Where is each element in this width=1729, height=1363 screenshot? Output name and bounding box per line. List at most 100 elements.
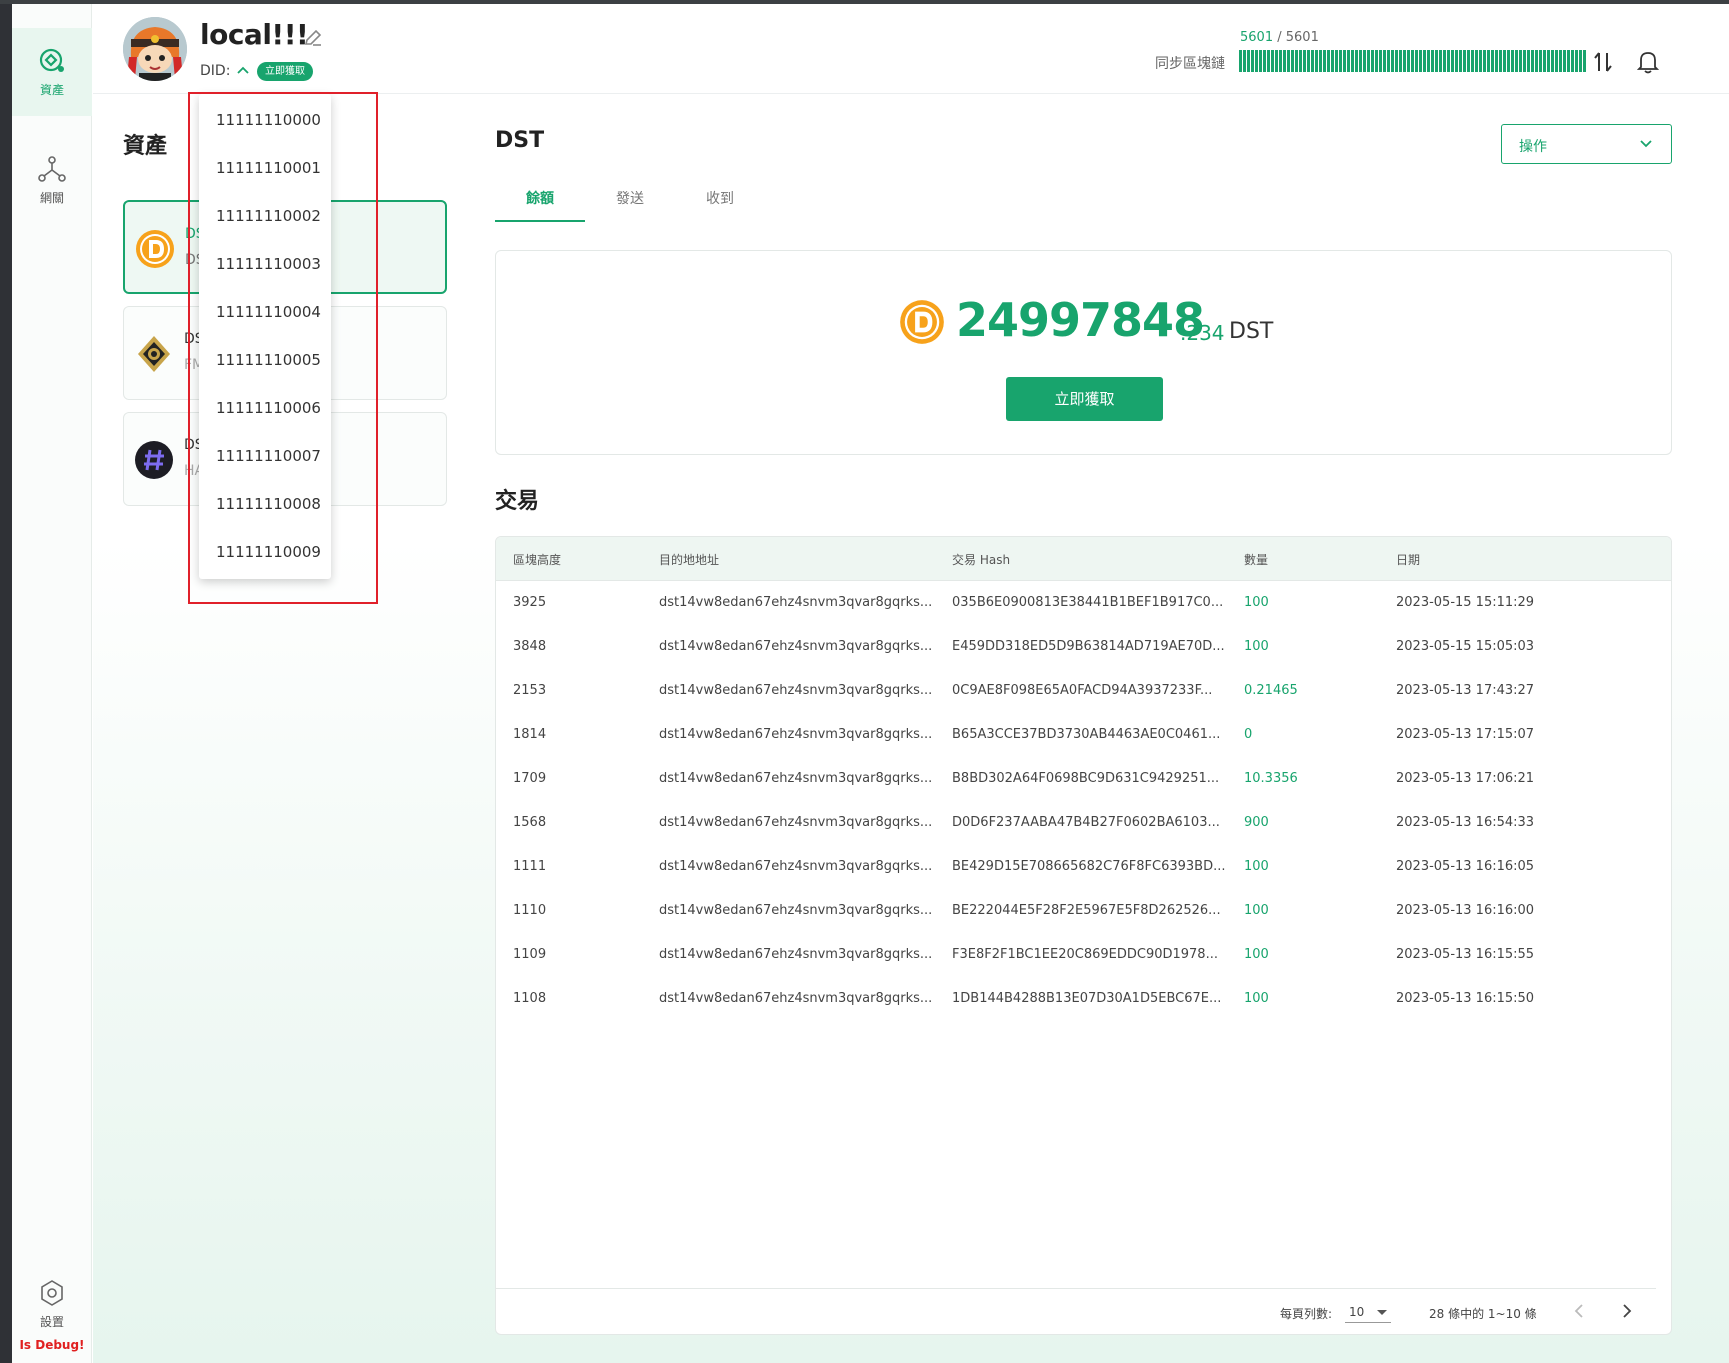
cell-height: 1108 xyxy=(513,991,547,1006)
tab-balance[interactable]: 餘額 xyxy=(495,182,585,222)
cell-hash: D0D6F237AABA47B4B27F0602BA6103... xyxy=(952,815,1220,830)
sidebar-item-assets[interactable]: 資產 xyxy=(12,28,92,116)
table-row[interactable]: 1108 dst14vw8edan67ehz4snvm3qvar8gqrks...… xyxy=(496,977,1671,1021)
cell-height: 1709 xyxy=(513,771,547,786)
table-row[interactable]: 3848 dst14vw8edan67ehz4snvm3qvar8gqrks...… xyxy=(496,625,1671,669)
rows-per-page-select[interactable]: 10 xyxy=(1345,1301,1391,1323)
hash-icon xyxy=(135,441,173,479)
actions-dropdown[interactable]: 操作 xyxy=(1501,124,1672,164)
did-option[interactable]: 11111110003 xyxy=(199,240,331,288)
table-header: 區塊高度 目的地地址 交易 Hash 數量 日期 xyxy=(496,537,1671,581)
did-option[interactable]: 11111110001 xyxy=(199,144,331,192)
cell-date: 2023-05-13 16:16:00 xyxy=(1396,903,1535,918)
asset-tabs: 餘額 發送 收到 xyxy=(495,182,1672,222)
cell-amount: 100 xyxy=(1244,903,1269,918)
column-header-date: 日期 xyxy=(1396,553,1421,567)
table-row[interactable]: 2153 dst14vw8edan67ehz4snvm3qvar8gqrks...… xyxy=(496,669,1671,713)
emblem-icon xyxy=(138,336,170,372)
column-header-amount: 數量 xyxy=(1244,553,1269,567)
column-header-hash: 交易 Hash xyxy=(952,553,1011,567)
caret-down-icon xyxy=(1377,1310,1387,1315)
table-pagination: 每頁列數: 10 28 條中的 1~10 條 xyxy=(496,1288,1656,1334)
table-row[interactable]: 1111 dst14vw8edan67ehz4snvm3qvar8gqrks...… xyxy=(496,845,1671,889)
did-option[interactable]: 11111110000 xyxy=(199,96,331,144)
did-option[interactable]: 11111110004 xyxy=(199,288,331,336)
cell-hash: E459DD318ED5D9B63814AD719AE70D... xyxy=(952,639,1225,654)
balance-unit: DST xyxy=(1229,319,1274,344)
did-option[interactable]: 11111110008 xyxy=(199,480,331,528)
sidebar: 資產 網關 設置 Is Debug! xyxy=(12,4,92,1363)
cell-destination: dst14vw8edan67ehz4snvm3qvar8gqrks... xyxy=(659,639,933,654)
sidebar-item-network[interactable]: 網關 xyxy=(12,136,92,224)
cell-date: 2023-05-13 17:15:07 xyxy=(1396,727,1535,742)
column-header-height: 區塊高度 xyxy=(513,553,562,567)
cell-height: 1109 xyxy=(513,947,547,962)
table-row[interactable]: 1568 dst14vw8edan67ehz4snvm3qvar8gqrks...… xyxy=(496,801,1671,845)
dst-coin-icon xyxy=(136,230,174,268)
cell-amount: 100 xyxy=(1244,947,1269,962)
cell-hash: BE429D15E708665682C76F8FC6393BD... xyxy=(952,859,1226,874)
sidebar-item-label: 資產 xyxy=(39,82,64,97)
chevron-up-icon[interactable] xyxy=(236,63,250,77)
page-range-text: 28 條中的 1~10 條 xyxy=(1429,1307,1537,1321)
sync-total: 5601 xyxy=(1285,30,1319,45)
sync-separator: / xyxy=(1273,30,1286,45)
window-side-strip xyxy=(0,4,12,1363)
transactions-table: 區塊高度 目的地地址 交易 Hash 數量 日期 3925 dst14vw8eda… xyxy=(495,536,1672,1335)
rows-per-page-value: 10 xyxy=(1349,1305,1365,1319)
avatar[interactable] xyxy=(123,17,187,81)
edit-icon[interactable] xyxy=(303,28,323,48)
chevron-right-icon[interactable] xyxy=(1620,1303,1634,1319)
cell-destination: dst14vw8edan67ehz4snvm3qvar8gqrks... xyxy=(659,771,933,786)
did-dropdown: 11111110000 11111110001 11111110002 1111… xyxy=(199,94,331,579)
bell-icon[interactable] xyxy=(1637,50,1659,74)
cell-destination: dst14vw8edan67ehz4snvm3qvar8gqrks... xyxy=(659,991,933,1006)
dst-coin-icon xyxy=(900,300,944,344)
table-row[interactable]: 3925 dst14vw8edan67ehz4snvm3qvar8gqrks...… xyxy=(496,581,1671,625)
swap-icon[interactable] xyxy=(1593,51,1613,73)
cell-height: 1814 xyxy=(513,727,547,742)
cell-amount: 100 xyxy=(1244,859,1269,874)
tab-send[interactable]: 發送 xyxy=(585,182,675,222)
cell-date: 2023-05-13 17:06:21 xyxy=(1396,771,1535,786)
cell-amount: 0.21465 xyxy=(1244,683,1298,698)
sync-label: 同步區塊鏈 xyxy=(1155,56,1225,72)
settings-icon xyxy=(41,1279,63,1306)
did-claim-button[interactable]: 立即獲取 xyxy=(257,62,313,81)
table-row[interactable]: 1109 dst14vw8edan67ehz4snvm3qvar8gqrks...… xyxy=(496,933,1671,977)
did-option[interactable]: 11111110002 xyxy=(199,192,331,240)
cell-date: 2023-05-13 16:16:05 xyxy=(1396,859,1535,874)
cell-destination: dst14vw8edan67ehz4snvm3qvar8gqrks... xyxy=(659,595,933,610)
did-label: DID: xyxy=(200,63,231,79)
actions-label: 操作 xyxy=(1519,139,1547,155)
chevron-left-icon[interactable] xyxy=(1572,1303,1586,1319)
did-option[interactable]: 11111110006 xyxy=(199,384,331,432)
did-option[interactable]: 11111110005 xyxy=(199,336,331,384)
balance-decimal: .234 xyxy=(1180,321,1225,345)
assets-title: 資產 xyxy=(123,134,168,159)
cell-height: 1568 xyxy=(513,815,547,830)
table-row[interactable]: 1110 dst14vw8edan67ehz4snvm3qvar8gqrks...… xyxy=(496,889,1671,933)
cell-height: 3925 xyxy=(513,595,547,610)
balance-integer: 24997848 xyxy=(956,293,1205,347)
cell-date: 2023-05-15 15:11:29 xyxy=(1396,595,1535,610)
rows-per-page-label: 每頁列數: xyxy=(1280,1307,1333,1321)
tab-receive[interactable]: 收到 xyxy=(675,182,765,222)
table-row[interactable]: 1814 dst14vw8edan67ehz4snvm3qvar8gqrks...… xyxy=(496,713,1671,757)
cell-hash: F3E8F2F1BC1EE20C869EDDC90D1978... xyxy=(952,947,1218,962)
cell-date: 2023-05-13 16:54:33 xyxy=(1396,815,1535,830)
did-option[interactable]: 11111110009 xyxy=(199,528,331,576)
chevron-down-icon xyxy=(1640,140,1652,148)
cell-date: 2023-05-13 16:15:55 xyxy=(1396,947,1535,962)
claim-button[interactable]: 立即獲取 xyxy=(1006,377,1163,421)
sidebar-item-label: 網關 xyxy=(39,190,64,205)
table-row[interactable]: 1709 dst14vw8edan67ehz4snvm3qvar8gqrks...… xyxy=(496,757,1671,801)
asset-heading: DST xyxy=(495,128,545,153)
cell-destination: dst14vw8edan67ehz4snvm3qvar8gqrks... xyxy=(659,859,933,874)
cell-hash: 035B6E0900813E38441B1BEF1B917C0... xyxy=(952,595,1224,610)
sidebar-item-settings[interactable]: 設置 xyxy=(12,1266,92,1342)
did-option[interactable]: 11111110007 xyxy=(199,432,331,480)
cell-destination: dst14vw8edan67ehz4snvm3qvar8gqrks... xyxy=(659,903,933,918)
cell-amount: 0 xyxy=(1244,727,1253,742)
cell-hash: B8BD302A64F0698BC9D631C9429251... xyxy=(952,771,1220,786)
